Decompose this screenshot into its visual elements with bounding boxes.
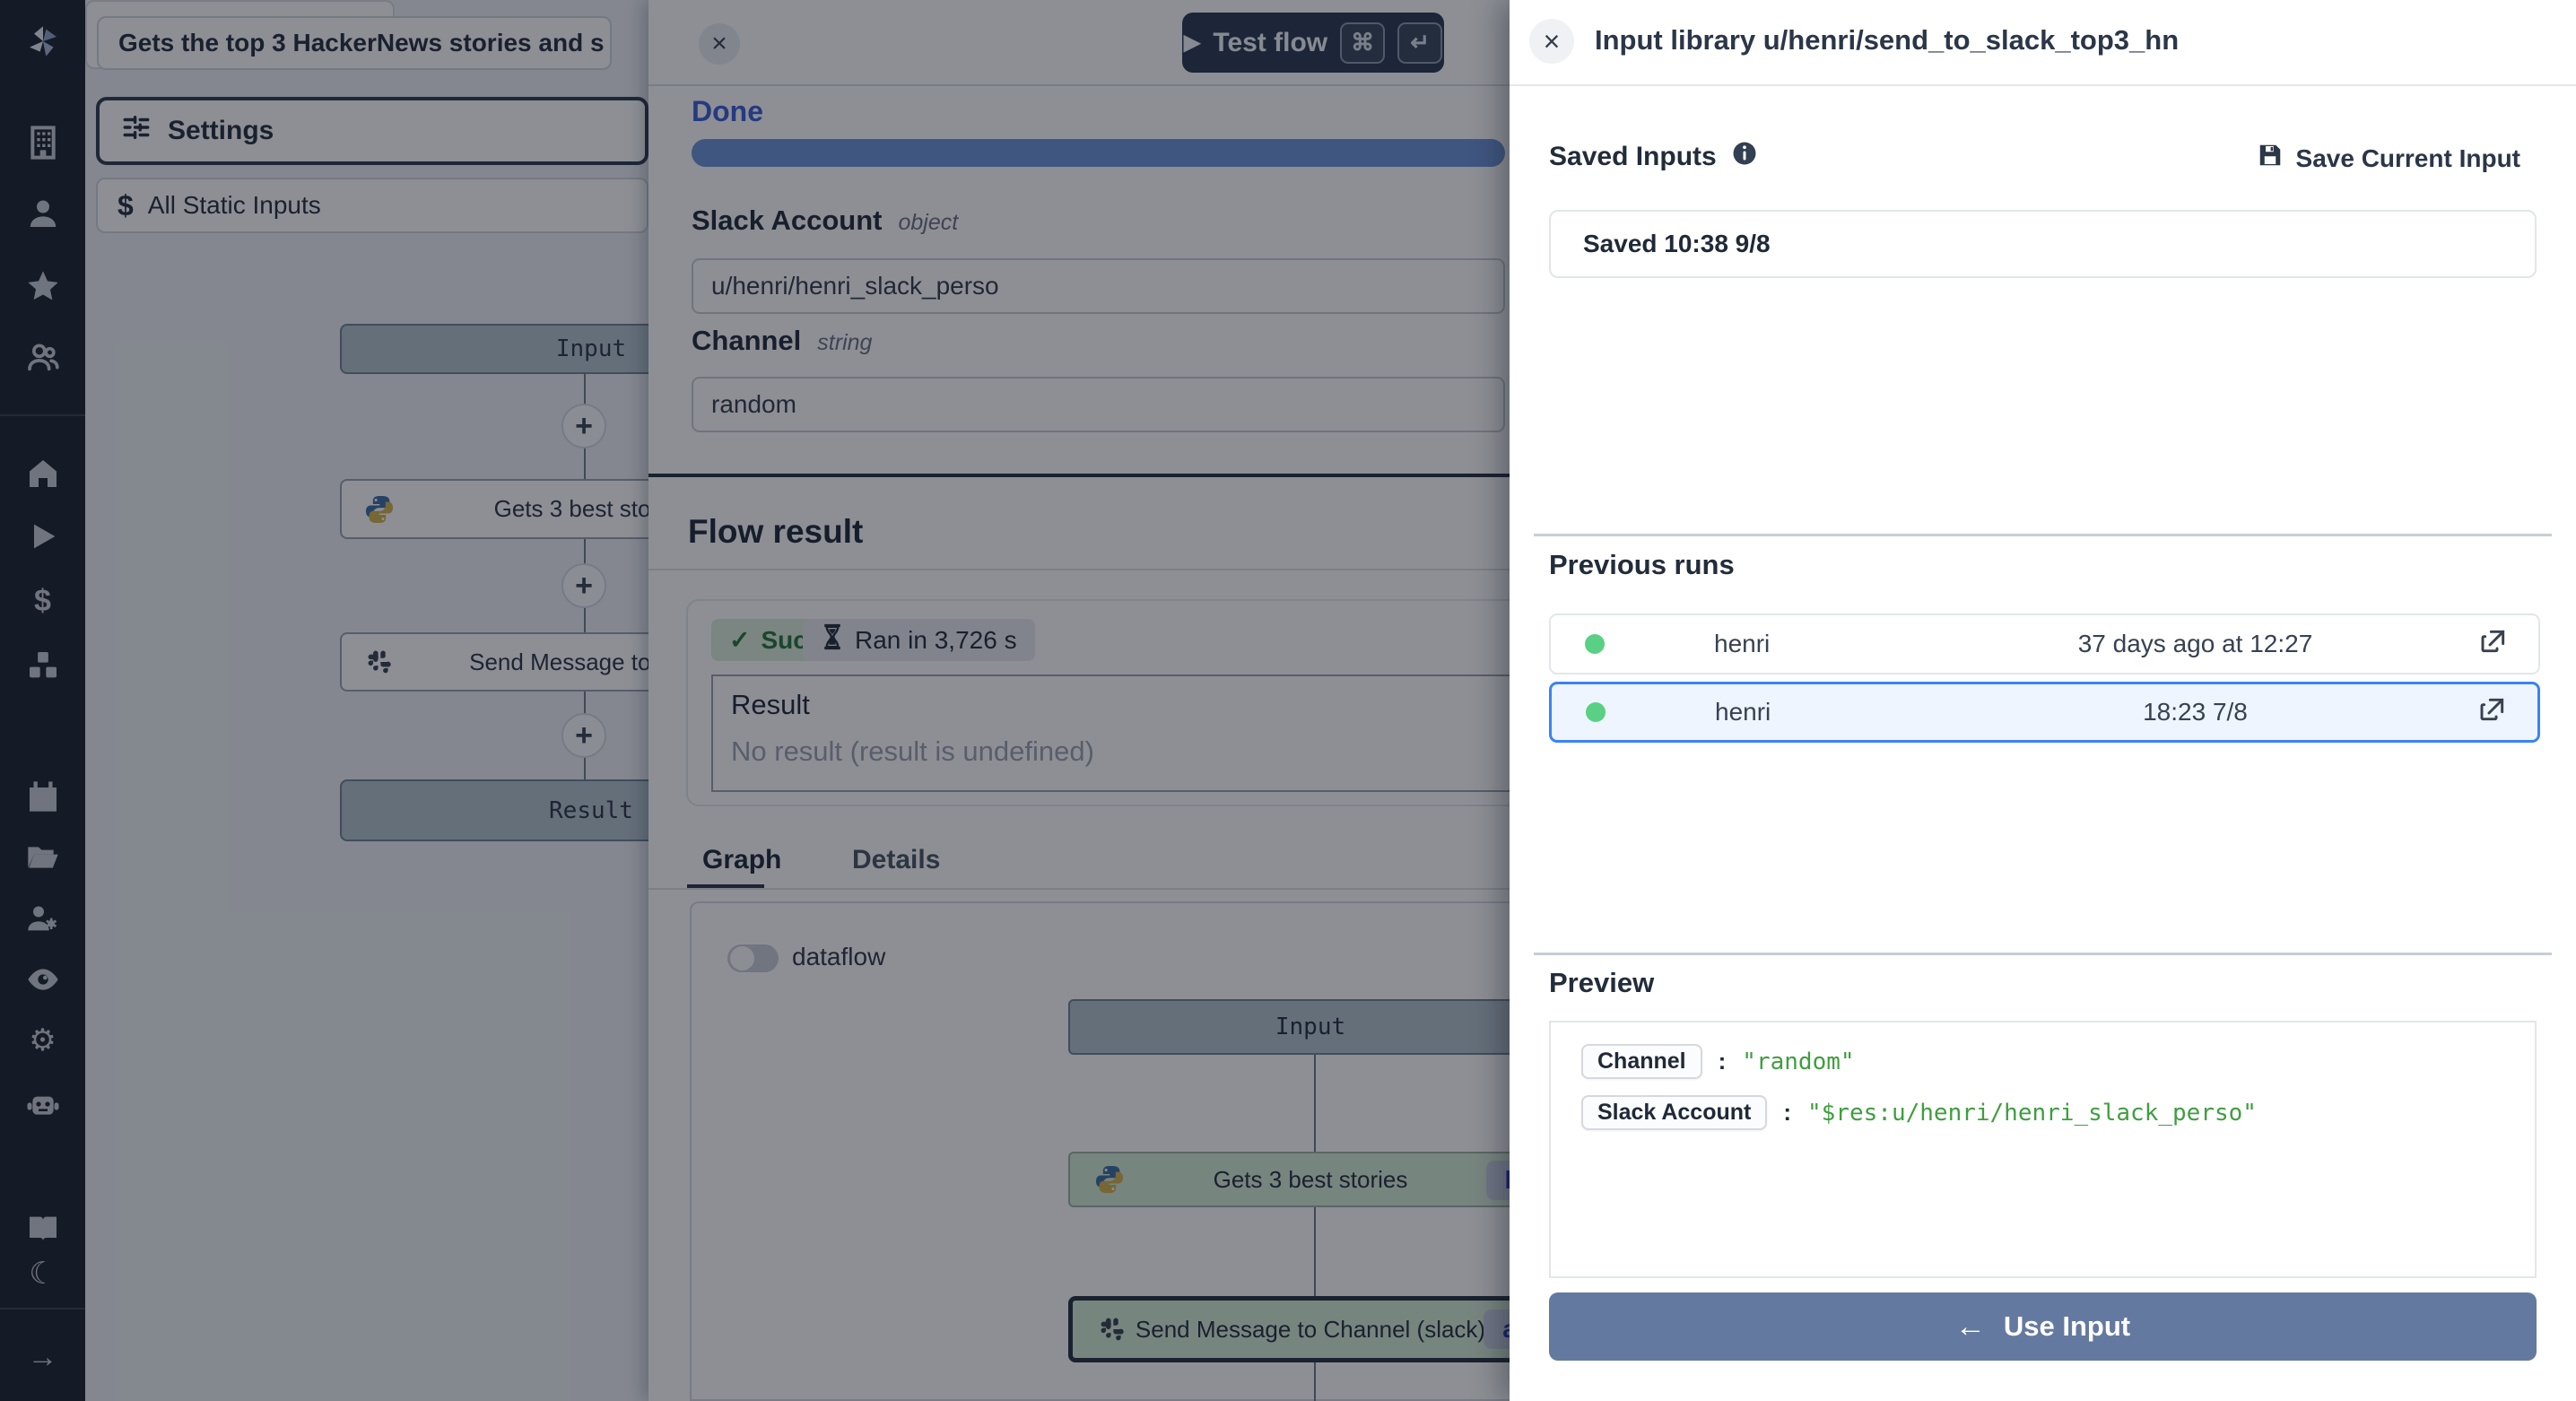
colon: : (1783, 1099, 1791, 1127)
use-input-button[interactable]: ← Use Input (1549, 1292, 2537, 1361)
divider (1534, 953, 2552, 955)
preview-value: "random" (1742, 1049, 1854, 1075)
divider (1534, 534, 2552, 536)
previous-runs-heading: Previous runs (1549, 549, 1735, 581)
drawer-title: Input library u/henri/send_to_slack_top3… (1595, 24, 2179, 57)
run-time: 37 days ago at 12:27 (1911, 630, 2479, 658)
run-success-dot (1586, 702, 1606, 722)
colon: : (1719, 1048, 1727, 1075)
external-link-icon[interactable] (2479, 627, 2508, 662)
save-icon (2257, 142, 2284, 175)
preview-box: Channel : "random" Slack Account : "$res… (1549, 1021, 2537, 1278)
external-link-icon[interactable] (2478, 695, 2507, 730)
save-current-input-button[interactable]: Save Current Input (2257, 142, 2520, 175)
saved-input-item[interactable]: Saved 10:38 9/8 (1549, 210, 2537, 278)
preview-key-chip: Channel (1581, 1044, 1702, 1079)
run-success-dot (1585, 634, 1605, 654)
preview-row: Channel : "random" (1581, 1044, 2504, 1079)
preview-heading: Preview (1549, 967, 1654, 999)
modal-dim-overlay[interactable] (0, 0, 1510, 1401)
preview-value: "$res:u/henri/henri_slack_perso" (1807, 1100, 2257, 1127)
use-input-label: Use Input (2004, 1310, 2130, 1343)
drawer-header: × Input library u/henri/send_to_slack_to… (1510, 0, 2576, 86)
preview-key-chip: Slack Account (1581, 1095, 1767, 1130)
run-user: henri (1715, 698, 1912, 727)
save-current-input-label: Save Current Input (2296, 144, 2520, 173)
info-icon[interactable] (1731, 140, 1758, 174)
close-drawer-button[interactable]: × (1529, 19, 1574, 64)
saved-inputs-heading: Saved Inputs (1549, 140, 1758, 174)
previous-run-row-selected[interactable]: henri 18:23 7/8 (1549, 682, 2540, 743)
run-time: 18:23 7/8 (1912, 698, 2478, 727)
preview-row: Slack Account : "$res:u/henri/henri_slac… (1581, 1095, 2504, 1130)
run-user: henri (1714, 630, 1911, 658)
arrow-left-icon: ← (1955, 1310, 1986, 1344)
input-library-drawer: × Input library u/henri/send_to_slack_to… (1510, 0, 2576, 1401)
saved-inputs-label: Saved Inputs (1549, 142, 1717, 172)
previous-run-row[interactable]: henri 37 days ago at 12:27 (1549, 613, 2540, 674)
